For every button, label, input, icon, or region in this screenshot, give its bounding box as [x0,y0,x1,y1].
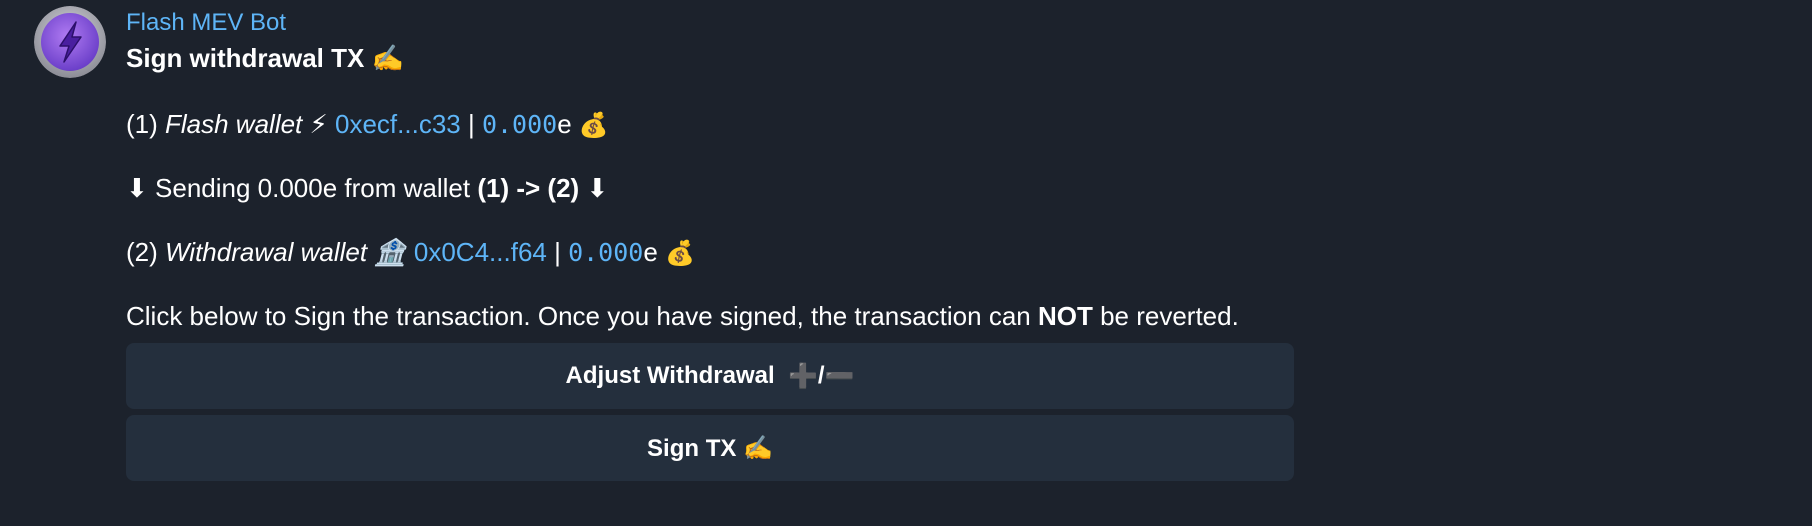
instruction-line: Click below to Sign the transaction. Onc… [126,298,1294,334]
separator: | [460,109,482,139]
flash-wallet-prefix: (1) [126,109,165,139]
instruction-text-end: be reverted. [1092,301,1239,331]
money-bag-icon: 💰 [665,240,695,267]
sender-name[interactable]: Flash MEV Bot [126,6,1294,40]
flash-wallet-line: (1) Flash wallet ⚡ 0xecf...c33 | 0.000e … [126,106,1294,142]
sending-text: Sending 0.000e from wallet [147,173,478,203]
withdrawal-wallet-line: (2) Withdrawal wallet 🏦 0x0C4...f64 | 0.… [126,234,1294,270]
amount-unit: e [557,109,572,139]
message-title: Sign withdrawal TX ✍️ [126,43,404,73]
flash-wallet-label: Flash wallet ⚡ [165,109,328,139]
bot-avatar[interactable] [34,6,106,78]
slash-text: / [817,362,825,389]
sign-tx-button[interactable]: Sign TX ✍️ [126,415,1294,481]
sending-line: ⬇ Sending 0.000e from wallet (1) -> (2) … [126,170,1294,206]
instruction-emphasis: NOT [1037,301,1093,331]
down-arrow-icon: ⬇ [126,173,148,203]
withdrawal-wallet-amount[interactable]: 0.000 [568,238,643,267]
adjust-withdrawal-button[interactable]: Adjust Withdrawal ➕ / ➖ [126,343,1294,409]
amount-unit: e [643,237,658,267]
instruction-text: Click below to Sign the transaction. Onc… [126,301,1038,331]
sign-tx-label: Sign TX ✍️ [647,434,773,462]
withdrawal-wallet-prefix: (2) [126,237,165,267]
down-arrow-icon: ⬇ [579,173,609,203]
withdrawal-wallet-address-link[interactable]: 0x0C4...f64 [414,237,547,267]
separator: | [546,237,569,267]
withdrawal-wallet-label: Withdrawal wallet 🏦 [165,237,407,267]
adjust-withdrawal-label: Adjust Withdrawal [565,362,782,389]
minus-icon: ➖ [824,362,855,390]
flash-wallet-address-link[interactable]: 0xecf...c33 [335,109,461,139]
plus-icon: ➕ [788,362,818,390]
route-text: (1) -> (2) [477,173,580,203]
money-bag-icon: 💰 [578,112,609,139]
flash-wallet-amount[interactable]: 0.000 [482,110,557,139]
message-bubble: Flash MEV Bot Sign withdrawal TX ✍️ (1) … [126,6,1294,334]
